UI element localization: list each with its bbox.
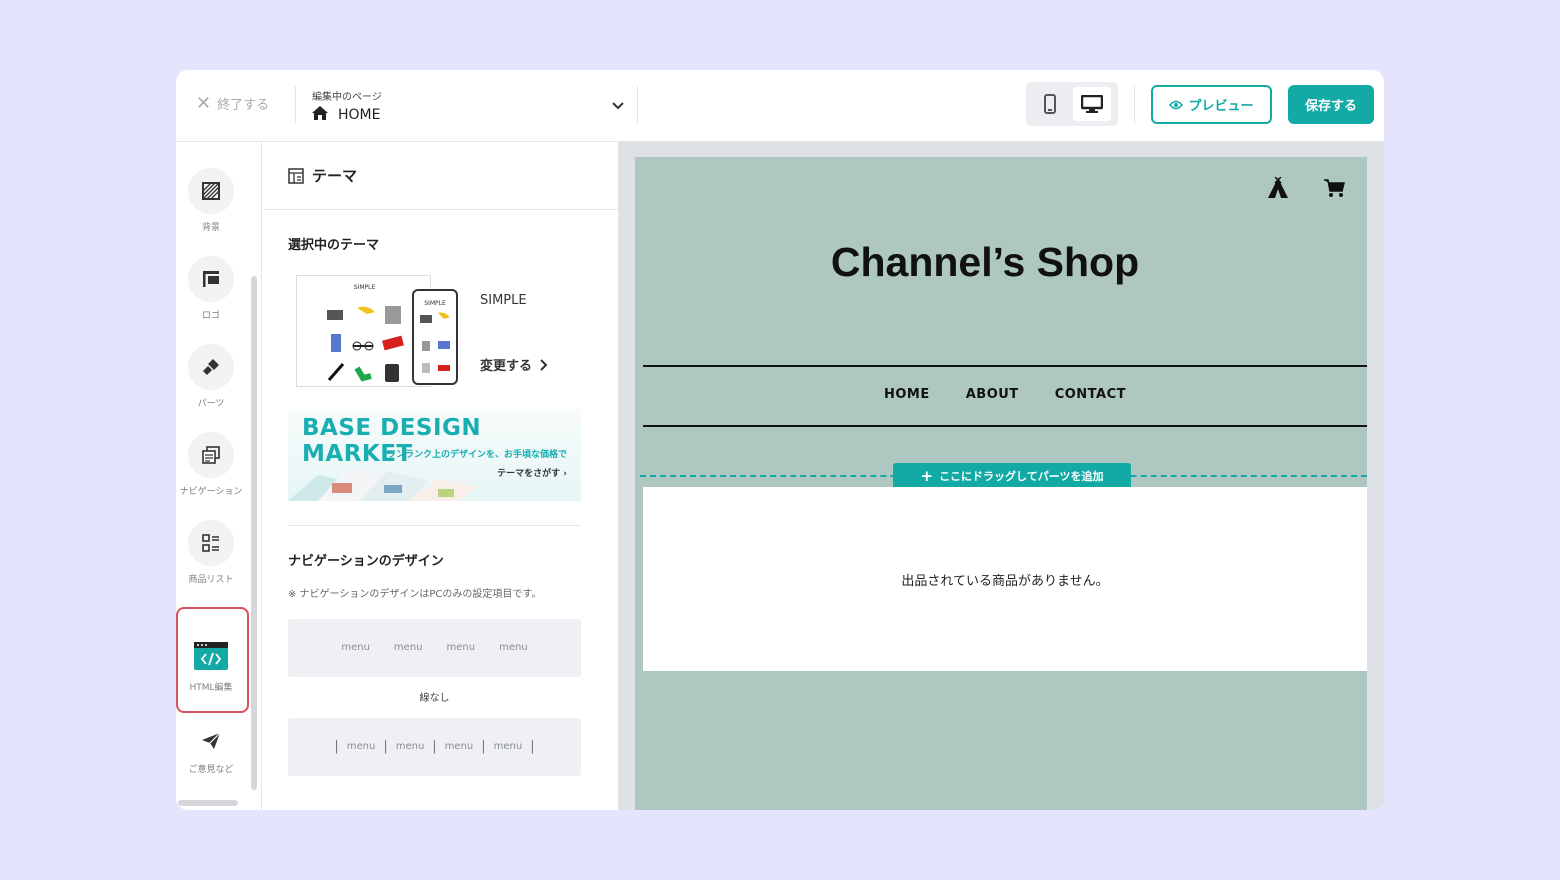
- separator-bar: |: [334, 739, 339, 754]
- menu-sample: menu: [346, 741, 376, 752]
- change-theme-link[interactable]: 変更する: [480, 355, 548, 374]
- selected-theme: SIMPLE SIMPLE SIMPLE 変更する: [288, 275, 581, 395]
- separator-bar: |: [481, 739, 486, 754]
- menu-sample: menu: [341, 642, 370, 653]
- page-selector-caption: 編集中のページ: [312, 92, 382, 103]
- selected-theme-title: 選択中のテーマ: [288, 238, 380, 253]
- rail-horizontal-scrollbar[interactable]: [178, 800, 238, 806]
- close-icon: ✕: [196, 92, 212, 114]
- panel-title: テーマ: [312, 167, 358, 185]
- page-selector[interactable]: 編集中のページ HOME: [312, 88, 624, 124]
- rail-item-navigation[interactable]: ナビゲーション: [176, 432, 246, 497]
- banner-link: テーマをさがす ›: [497, 469, 567, 479]
- theme-name: SIMPLE: [480, 293, 527, 308]
- product-list-area[interactable]: 出品されている商品がありません。: [643, 487, 1367, 671]
- menu-sample: menu: [444, 741, 474, 752]
- mobile-view-button[interactable]: [1031, 87, 1069, 121]
- shop-title[interactable]: Channel’s Shop: [635, 239, 1335, 286]
- banner-image: [288, 467, 478, 501]
- separator-bar: |: [383, 739, 388, 754]
- brush-icon: [203, 359, 219, 375]
- divider: [295, 86, 296, 124]
- section-divider: [288, 525, 581, 526]
- theme-layout-icon: [288, 167, 304, 184]
- quit-button[interactable]: ✕ 終了する: [196, 94, 269, 113]
- nav-design-title: ナビゲーションのデザイン: [288, 554, 444, 569]
- paper-plane-icon: [202, 732, 221, 749]
- nav-top-line: [643, 365, 1367, 367]
- nav-design-option-no-line[interactable]: menu menu menu menu: [288, 618, 581, 677]
- device-toggle: [1026, 82, 1118, 126]
- tool-rail: 背景 ロゴ パーツ ナビゲーション 商品リスト HTML編集 ご意見など: [176, 142, 262, 810]
- nav-link-about[interactable]: ABOUT: [966, 387, 1019, 402]
- nav-link-contact[interactable]: CONTACT: [1055, 387, 1126, 402]
- rail-item-feedback[interactable]: ご意見など: [176, 732, 246, 775]
- flag-icon: [203, 271, 219, 287]
- nav-option-label: 線なし: [419, 692, 450, 704]
- nav-design-note: ※ ナビゲーションのデザインはPCのみの設定項目です。: [288, 589, 542, 600]
- menu-sample: menu: [393, 642, 423, 653]
- rail-item-background[interactable]: 背景: [176, 168, 246, 233]
- menu-sample: menu: [395, 741, 425, 752]
- rail-item-label: 背景: [201, 223, 220, 233]
- background-hatch-icon: [202, 182, 220, 200]
- rail-scrollbar[interactable]: [251, 276, 257, 790]
- menu-sample: menu: [446, 642, 476, 653]
- nav-link-home[interactable]: HOME: [884, 387, 930, 402]
- rail-item-label: ナビゲーション: [179, 487, 243, 497]
- preview-button[interactable]: プレビュー: [1151, 85, 1272, 124]
- empty-products-message: 出品されている商品がありません。: [901, 573, 1109, 589]
- mobile-grid-illustration: SIMPLE: [420, 300, 450, 373]
- home-icon: [312, 106, 328, 124]
- desktop-icon: [1081, 95, 1103, 113]
- menu-sample: menu: [499, 642, 528, 653]
- panel-header: テーマ: [264, 142, 618, 210]
- tent-icon[interactable]: [1267, 177, 1289, 199]
- top-bar: ✕ 終了する 編集中のページ HOME プレビュー 保存する: [176, 70, 1384, 142]
- cart-icon[interactable]: [1323, 178, 1345, 198]
- plus-icon: +: [920, 466, 934, 485]
- separator-bar: |: [530, 739, 535, 754]
- product-list-icon: [202, 534, 219, 552]
- rail-item-product-list[interactable]: 商品リスト: [176, 520, 246, 585]
- menu-sample: menu: [493, 741, 523, 752]
- theme-panel: テーマ 選択中のテーマ SIMPLE SIMPLE SIMPLE 変更する BA…: [264, 142, 705, 810]
- page-selector-value: HOME: [338, 107, 381, 123]
- separator-bar: |: [432, 739, 437, 754]
- rail-item-parts[interactable]: パーツ: [176, 344, 246, 409]
- rail-item-label: ロゴ: [201, 311, 220, 321]
- drop-zone-label: ここにドラッグしてパーツを追加: [939, 470, 1104, 483]
- svg-text:SIMPLE: SIMPLE: [424, 300, 446, 307]
- divider: [637, 86, 638, 124]
- chevron-down-icon: [612, 98, 624, 114]
- editor-window: ✕ 終了する 編集中のページ HOME プレビュー 保存する 背景 ロゴ パーツ…: [176, 70, 1384, 810]
- rail-item-label: パーツ: [197, 399, 225, 409]
- shop-header-icons: [1267, 177, 1345, 199]
- shop-canvas: Channel’s Shop HOME ABOUT CONTACT + ここにド…: [635, 157, 1367, 810]
- rail-item-label: ご意見など: [188, 765, 234, 775]
- eye-icon: [1169, 100, 1184, 109]
- banner-link-label: テーマをさがす: [497, 469, 561, 479]
- design-market-banner[interactable]: BASE DESIGN MARKET ワンランク上のデザインを、お手頃な価格で …: [288, 409, 581, 501]
- quit-label: 終了する: [217, 98, 270, 113]
- nav-bottom-line: [643, 425, 1367, 427]
- change-theme-label: 変更する: [480, 359, 533, 374]
- rail-item-logo[interactable]: ロゴ: [176, 256, 246, 321]
- save-button[interactable]: 保存する: [1288, 85, 1374, 124]
- rail-item-label: 商品リスト: [188, 575, 234, 585]
- chevron-right-icon: [540, 358, 548, 371]
- page-preview-area: Channel’s Shop HOME ABOUT CONTACT + ここにド…: [619, 142, 1384, 810]
- shop-navigation: HOME ABOUT CONTACT: [635, 387, 1375, 402]
- navigation-icon: [202, 446, 220, 464]
- divider: [1134, 86, 1135, 124]
- highlight-frame: [176, 607, 249, 713]
- theme-mobile-preview: SIMPLE: [412, 289, 458, 385]
- add-parts-drop-button[interactable]: + ここにドラッグしてパーツを追加: [893, 463, 1131, 489]
- preview-label: プレビュー: [1188, 99, 1254, 114]
- desktop-view-button[interactable]: [1073, 87, 1111, 121]
- theme-preview-image: SIMPLE: [296, 275, 431, 387]
- nav-design-option-bars[interactable]: | menu | menu | menu | menu |: [288, 717, 581, 776]
- smartphone-icon: [1044, 94, 1056, 114]
